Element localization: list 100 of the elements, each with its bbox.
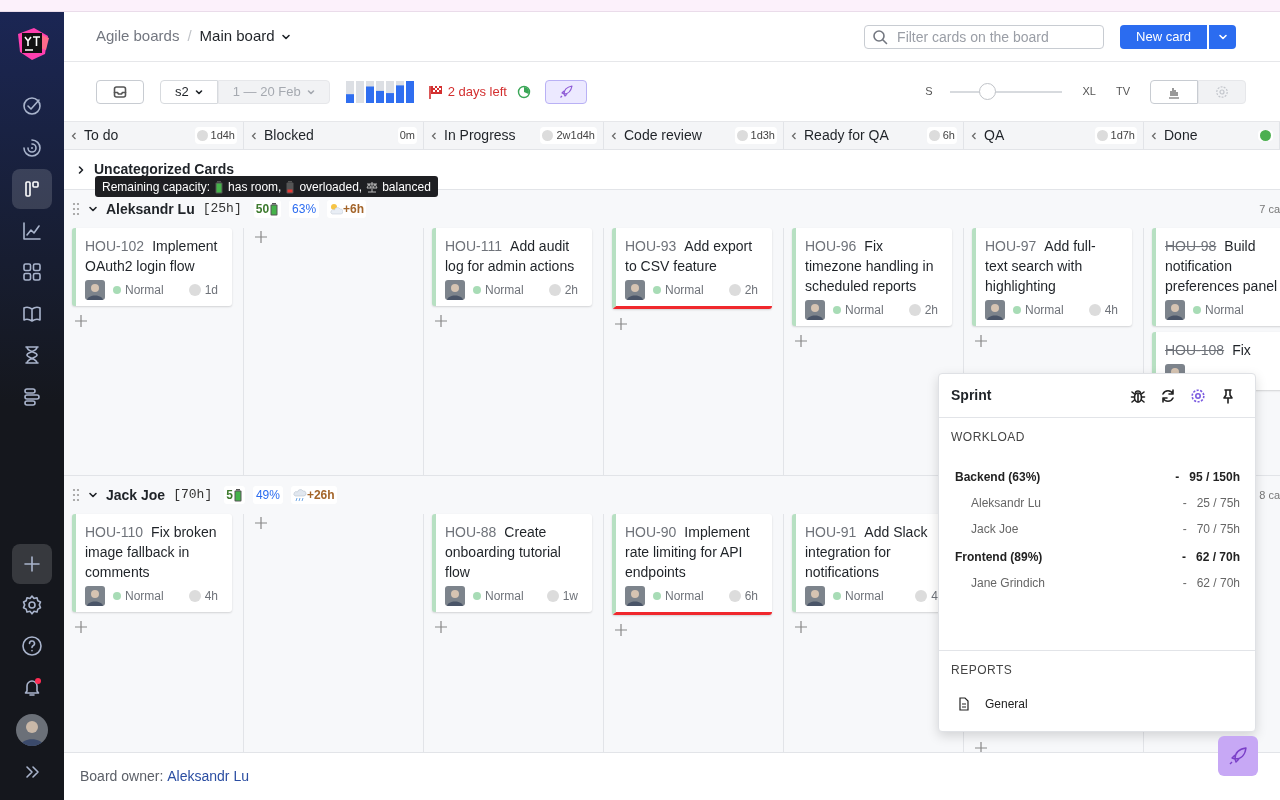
card-title: HOU-91 Add Slack integration for notifications xyxy=(805,523,929,582)
column-time: 2w1d4h xyxy=(556,128,595,144)
column-title: In Progress xyxy=(444,126,517,145)
days-left-text: 2 days left xyxy=(447,82,507,101)
column-time: 0m xyxy=(399,128,415,144)
column-title: Ready for QA xyxy=(804,126,890,145)
workload-value: 95 / 150h xyxy=(1189,469,1241,486)
workload-label: Aleksandr Lu xyxy=(971,495,1043,512)
column-time: 1d3h xyxy=(750,128,775,144)
column-header[interactable]: Blocked 0m xyxy=(244,122,424,149)
priority-label: Normal xyxy=(485,282,524,299)
column-header[interactable]: Code review 1d3h xyxy=(604,122,784,149)
column-title: Done xyxy=(1164,126,1199,145)
priority-label: Normal xyxy=(125,588,164,605)
priority-label: Normal xyxy=(125,282,164,299)
card-count: 8 ca xyxy=(1259,487,1280,503)
workload-dash: - xyxy=(1182,575,1187,592)
card[interactable]: HOU-98 Build notification preferences panel Normal xyxy=(1152,228,1280,326)
card-title: HOU-111 Add audit log for admin actions xyxy=(445,237,576,276)
card[interactable]: HOU-96 Fix timezone handling in scheduled reports Normal 2h xyxy=(792,228,952,326)
priority-label: Normal xyxy=(845,302,884,319)
new-card-button[interactable]: New card xyxy=(1120,24,1207,49)
owner-label: Board owner: xyxy=(80,767,164,786)
workload-value: 70 / 75h xyxy=(1196,521,1241,538)
column-header[interactable]: QA 1d7h xyxy=(964,122,1144,149)
priority-label: Normal xyxy=(845,588,884,605)
estimate-text: 2h xyxy=(924,302,938,319)
size-label: S xyxy=(925,84,933,100)
estimate-text: 4h xyxy=(1104,302,1118,319)
card[interactable]: HOU-111 Add audit log for admin actions Normal 2h xyxy=(432,228,592,306)
weather-delta: +6h xyxy=(343,201,365,218)
column-title: Blocked xyxy=(264,126,315,145)
card-title: HOU-108 Fix xyxy=(1165,341,1252,360)
capacity-text: 5 xyxy=(226,487,233,504)
column-header[interactable]: Ready for QA 6h xyxy=(784,122,964,149)
capacity-text: 50 xyxy=(255,201,270,218)
size-label: TV xyxy=(1115,84,1130,100)
column-title: QA xyxy=(984,126,1006,145)
workload-label: Jack Joe xyxy=(971,521,1020,538)
column-header[interactable]: To do 1d4h xyxy=(64,122,244,149)
priority-label: Normal xyxy=(485,588,524,605)
workload-dash: - xyxy=(1182,521,1187,538)
card[interactable]: HOU-88 Create onboarding tutorial flow Normal 1w xyxy=(432,514,592,612)
lane-hours: [70h] xyxy=(173,486,213,505)
card-title: HOU-110 Fix broken image fallback in comments xyxy=(85,523,218,582)
search-field[interactable]: Filter cards on the board xyxy=(864,24,1105,49)
card-title: HOU-93 Add export to CSV feature xyxy=(625,237,754,276)
estimate-text: 2h xyxy=(744,282,758,299)
board-selector[interactable]: Main board xyxy=(199,25,291,48)
tooltip-text: balanced xyxy=(382,178,431,196)
estimate-text: 2h xyxy=(564,282,578,299)
priority-label: Normal xyxy=(1025,302,1064,319)
column-header[interactable]: Done xyxy=(1144,122,1280,149)
section-heading: WORKLOAD xyxy=(951,429,1026,446)
estimate-text: 6h xyxy=(744,588,758,605)
workload-label: Jane Grindich xyxy=(971,575,1047,592)
column-time: 1d4h xyxy=(210,128,235,144)
uncategorized-toggle[interactable]: Uncategorized Cards xyxy=(76,159,235,180)
card[interactable]: HOU-93 Add export to CSV feature Normal 2h xyxy=(612,228,772,309)
card[interactable]: HOU-110 Fix broken image fallback in comments Normal 4h xyxy=(72,514,232,612)
card[interactable]: HOU-102 Implement OAuth2 login flow Normal 1d xyxy=(72,228,232,306)
card-count: 7 ca xyxy=(1259,201,1280,217)
workload-dash: - xyxy=(1175,469,1180,486)
workload-value: 25 / 75h xyxy=(1196,495,1241,512)
size-label: XL xyxy=(1082,84,1096,100)
column-time: 1d7h xyxy=(1110,128,1135,144)
column-header[interactable]: In Progress 2w1d4h xyxy=(424,122,604,149)
card[interactable]: HOU-90 Implement rate limiting for API endpoints Normal 6h xyxy=(612,514,772,615)
card-title: HOU-90 Implement rate limiting for API endpoints xyxy=(625,523,751,582)
workload-value: 62 / 70h xyxy=(1195,549,1241,566)
tooltip-text: overloaded, xyxy=(299,178,363,196)
card-title: HOU-97 Add full-text search with highlighting xyxy=(985,237,1097,296)
owner-link[interactable]: Aleksandr Lu xyxy=(167,766,249,787)
tooltip-text: has room, xyxy=(228,178,282,196)
card[interactable]: HOU-97 Add full-text search with highlighting Normal 4h xyxy=(972,228,1132,326)
workload-label: Frontend (89%) xyxy=(955,549,1044,566)
card-title: HOU-88 Create onboarding tutorial flow xyxy=(445,523,562,582)
priority-label: Normal xyxy=(665,588,704,605)
swimlane-toggle[interactable]: Aleksandr Lu xyxy=(88,198,195,220)
card-title: HOU-96 Fix timezone handling in scheduled reports xyxy=(805,237,935,296)
workload-percent: 63% xyxy=(289,200,320,218)
estimate-text: 4h xyxy=(204,588,218,605)
estimate-text: 1w xyxy=(562,588,578,605)
column-title: To do xyxy=(84,126,120,145)
breadcrumb-separator: / xyxy=(187,26,192,47)
swimlane-toggle[interactable]: Jack Joe xyxy=(88,484,166,506)
workload-percent: 49% xyxy=(252,486,283,504)
workload-dash: - xyxy=(1182,495,1187,512)
workload-dash: - xyxy=(1181,549,1186,566)
priority-label: Normal xyxy=(1205,302,1244,319)
panel-title: Sprint xyxy=(951,386,993,405)
tooltip-text: Remaining capacity: xyxy=(102,178,211,196)
card-title: HOU-102 Implement OAuth2 login flow xyxy=(85,237,218,276)
priority-label: Normal xyxy=(665,282,704,299)
lane-hours: [25h] xyxy=(202,200,242,219)
workload-label: Backend (63%) xyxy=(955,469,1042,486)
report-link[interactable]: General xyxy=(951,695,1243,713)
breadcrumb-link[interactable]: Agile boards xyxy=(96,25,180,48)
sprint-selector[interactable]: s2 xyxy=(160,79,218,104)
column-time: 6h xyxy=(942,128,955,144)
